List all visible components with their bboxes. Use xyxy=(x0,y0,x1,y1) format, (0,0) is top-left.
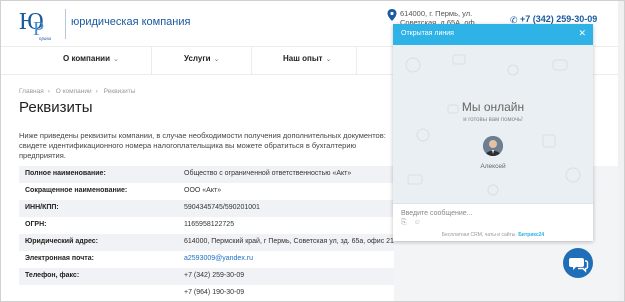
row-label: Электронная почта: xyxy=(25,255,94,262)
requisites-table: Полное наименование: Общество с ограничен… xyxy=(19,166,441,301)
chat-footer: Бесплатная CRM, чаты и сайты. Битрикс24 xyxy=(393,229,593,241)
row-value: ООО «Акт» xyxy=(184,187,222,194)
chat-header: Открытая линия ✕ xyxy=(393,24,593,45)
nav-divider xyxy=(251,47,252,74)
row-value: +7 (964) 190-30-09 xyxy=(184,289,245,296)
online-title: Мы онлайн xyxy=(461,100,525,114)
row-value: Общество с ограниченной ответственностью… xyxy=(184,170,352,177)
chat-bubble-icon xyxy=(569,258,589,273)
row-label: Сокращенное наименование: xyxy=(25,187,128,194)
chat-title: Открытая линия xyxy=(401,30,454,37)
company-logo[interactable]: Ю Р права xyxy=(19,7,53,41)
nav-divider xyxy=(151,47,152,74)
row-value: +7 (342) 259-30-09 xyxy=(184,272,245,279)
location-pin-icon xyxy=(387,9,397,21)
nav-item-about[interactable]: О компании ⌄ xyxy=(63,54,119,63)
logo-divider xyxy=(65,9,66,39)
attach-icon[interactable]: ⎘ xyxy=(401,219,407,226)
address-line-1: 614000, г. Пермь, ул. xyxy=(400,9,473,18)
row-value: 5904345745/590201001 xyxy=(184,204,260,211)
table-row: Телефон, факс: +7 (342) 259-30-09 xyxy=(19,268,394,285)
row-label: ИНН/КПП: xyxy=(25,204,59,211)
company-tagline: юридическая компания xyxy=(71,16,191,28)
breadcrumb: Главная › О компании › Реквизиты xyxy=(19,88,139,95)
online-subtitle: и готовы вам помочь! xyxy=(463,117,523,123)
agent-avatar xyxy=(483,136,503,156)
row-label: ОГРН: xyxy=(25,221,47,228)
chevron-down-icon: ⌄ xyxy=(325,56,332,63)
table-row: Юридический адрес: 614000, Пермский край,… xyxy=(19,234,441,251)
breadcrumb-about[interactable]: О компании xyxy=(56,88,92,95)
page-title: Реквизиты xyxy=(19,99,93,116)
chat-footer-text: Бесплатная CRM, чаты и сайты. xyxy=(441,232,517,238)
page-scrollbar[interactable] xyxy=(618,1,624,301)
chat-input-placeholder: Введите сообщение... xyxy=(401,210,473,217)
chat-tools: ⎘ ☺ xyxy=(401,219,421,227)
nav-item-services[interactable]: Услуги ⌄ xyxy=(184,54,219,63)
table-row: ИНН/КПП: 5904345745/590201001 xyxy=(19,200,394,217)
nav-item-label: О компании xyxy=(63,54,110,63)
nav-divider xyxy=(356,47,357,74)
nav-item-label: Услуги xyxy=(184,54,211,63)
chat-widget: Открытая линия ✕ Мы онлайн и готовы вам … xyxy=(393,24,593,241)
header-phone[interactable]: +7 (342) 259-30-09 xyxy=(520,14,597,24)
nav-item-label: Наш опыт xyxy=(283,54,323,63)
table-row: +7 (964) 190-30-09 xyxy=(19,285,394,301)
chat-footer-brand[interactable]: Битрикс24 xyxy=(518,232,544,238)
chevron-down-icon: ⌄ xyxy=(113,56,119,63)
row-label: Телефон, факс: xyxy=(25,272,80,279)
page: Ю Р права юридическая компания 614000, г… xyxy=(0,0,625,302)
intro-text: Ниже приведены реквизиты компании, в слу… xyxy=(19,131,386,160)
smile-icon[interactable]: ☺ xyxy=(414,219,421,226)
chat-body: Мы онлайн и готовы вам помочь! Алексей xyxy=(393,45,593,203)
svg-text:права: права xyxy=(39,37,52,41)
email-link[interactable]: a2593009@yandex.ru xyxy=(184,255,253,262)
breadcrumb-home[interactable]: Главная xyxy=(19,88,44,95)
breadcrumb-separator: › xyxy=(47,88,50,95)
nav-item-experience[interactable]: Наш опыт ⌄ xyxy=(283,54,331,63)
open-chat-button[interactable] xyxy=(563,248,593,278)
table-row: ОГРН: 1165958122725 xyxy=(19,217,394,234)
chat-background-pattern xyxy=(405,54,581,196)
close-icon[interactable]: ✕ xyxy=(578,28,586,39)
row-label: Полное наименование: xyxy=(25,170,106,177)
table-row: Электронная почта: a2593009@yandex.ru xyxy=(19,251,394,268)
breadcrumb-separator: › xyxy=(95,88,98,95)
chat-message-input[interactable]: Введите сообщение... xyxy=(393,203,593,229)
row-label: Юридический адрес: xyxy=(25,238,98,245)
table-row: Сокращенное наименование: ООО «Акт» xyxy=(19,183,394,200)
row-value: 1165958122725 xyxy=(184,221,235,228)
agent-name: Алексей xyxy=(480,163,506,170)
chevron-down-icon: ⌄ xyxy=(213,56,220,63)
breadcrumb-current: Реквизиты xyxy=(103,88,136,95)
table-row: Полное наименование: Общество с ограничен… xyxy=(19,166,394,183)
